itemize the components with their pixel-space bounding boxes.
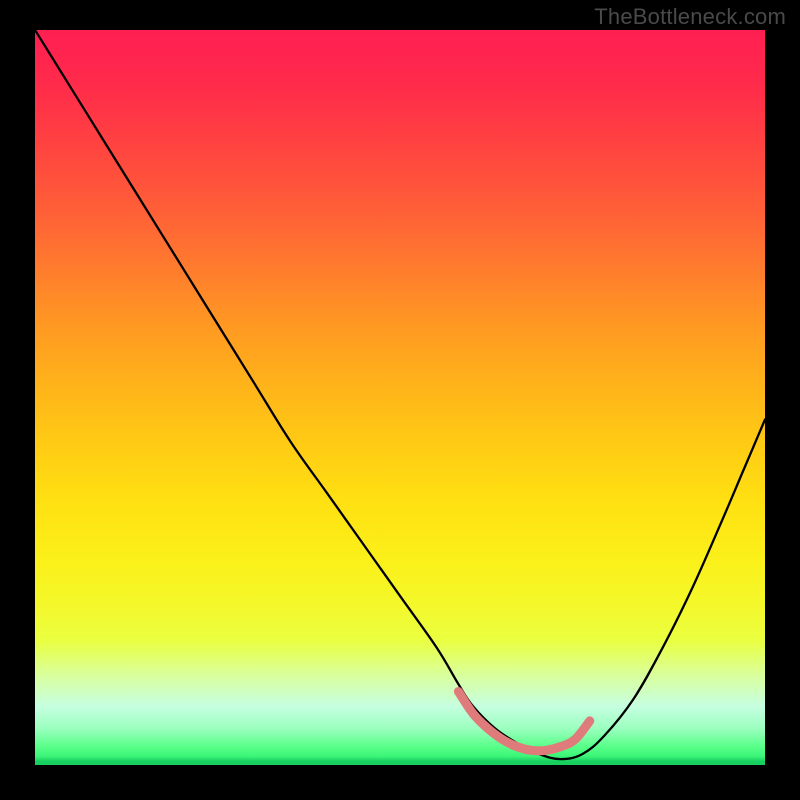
- curve-layer: [35, 30, 765, 765]
- chart-frame: TheBottleneck.com: [0, 0, 800, 800]
- optimal-zone-curve: [458, 692, 589, 751]
- bottleneck-curve: [35, 30, 765, 759]
- watermark-text: TheBottleneck.com: [594, 4, 786, 30]
- plot-area: [35, 30, 765, 765]
